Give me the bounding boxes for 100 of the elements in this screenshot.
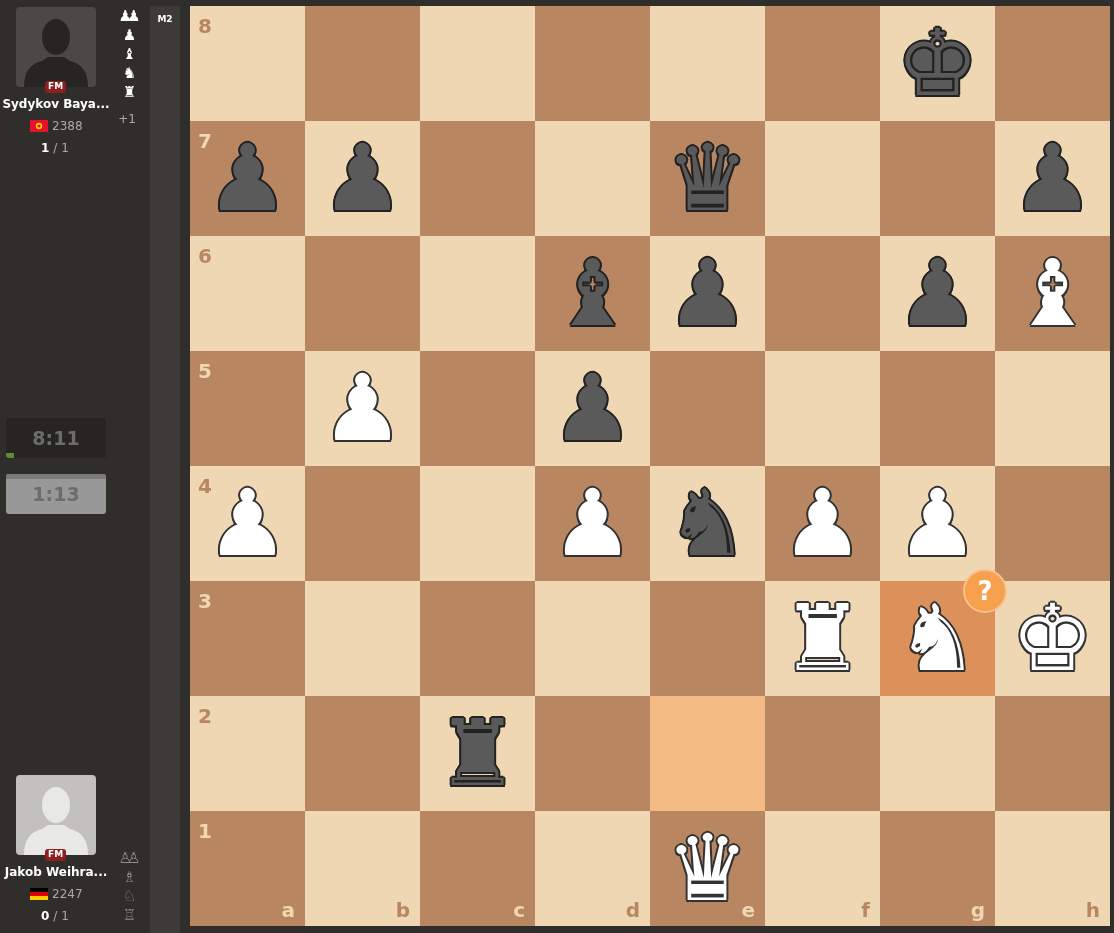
chess-piece[interactable]: ♟ — [666, 247, 749, 340]
person-silhouette-icon — [24, 19, 88, 87]
chess-piece[interactable]: ♝ — [551, 247, 634, 340]
board-square[interactable] — [650, 351, 765, 466]
captured-piece: ♘ — [122, 887, 132, 906]
board-square[interactable]: ♞ — [650, 466, 765, 581]
board-square[interactable]: g — [880, 811, 995, 926]
board-square[interactable]: ♚ — [880, 6, 995, 121]
player-name[interactable]: Sydykov Baya... — [0, 95, 112, 113]
board-square[interactable]: c — [420, 811, 535, 926]
chess-piece[interactable]: ♟ — [781, 477, 864, 570]
player-rating: 2388 — [52, 118, 83, 135]
board-square[interactable]: 1 a — [190, 811, 305, 926]
chess-piece[interactable]: ♚ — [896, 17, 979, 110]
board-square[interactable] — [995, 351, 1110, 466]
board-square[interactable]: ♛ — [650, 121, 765, 236]
highlighted-square[interactable] — [650, 696, 765, 811]
board-square[interactable]: ♟ — [535, 351, 650, 466]
board-square[interactable] — [765, 6, 880, 121]
board-square[interactable] — [535, 6, 650, 121]
material-advantage: +1 — [118, 111, 136, 128]
board-square[interactable] — [995, 466, 1110, 581]
captured-piece: ♙♙ — [118, 849, 136, 868]
person-silhouette-icon — [24, 787, 88, 855]
captured-piece: ♝ — [122, 45, 132, 64]
chess-piece[interactable]: ♜ — [781, 592, 864, 685]
board-square[interactable]: ♟ — [880, 236, 995, 351]
captured-piece: ♞ — [122, 64, 132, 83]
board-square[interactable] — [880, 696, 995, 811]
rank-label: 4 — [198, 476, 212, 496]
board-square[interactable] — [765, 351, 880, 466]
chess-piece[interactable]: ♜ — [436, 707, 519, 800]
board-square[interactable] — [420, 6, 535, 121]
board-square[interactable] — [995, 696, 1110, 811]
chess-piece[interactable]: ♟ — [1011, 132, 1094, 225]
chess-piece[interactable]: ♝ — [1011, 247, 1094, 340]
board-square[interactable] — [650, 6, 765, 121]
board-square[interactable]: ♜ — [765, 581, 880, 696]
board-square[interactable] — [535, 696, 650, 811]
board-square[interactable] — [765, 121, 880, 236]
chess-piece[interactable]: ♟ — [321, 132, 404, 225]
board-square[interactable]: ♟ — [305, 121, 420, 236]
board-square[interactable] — [305, 236, 420, 351]
captured-piece: ♜ — [122, 83, 132, 102]
board-square[interactable] — [765, 236, 880, 351]
board-square[interactable] — [305, 466, 420, 581]
board-square[interactable] — [420, 581, 535, 696]
board-square[interactable]: 3 — [190, 581, 305, 696]
rank-label: 6 — [198, 246, 212, 266]
board-square[interactable] — [305, 6, 420, 121]
board-square[interactable] — [535, 581, 650, 696]
board-square[interactable]: b — [305, 811, 420, 926]
player-name[interactable]: Jakob Weihra... — [0, 863, 112, 881]
board-square[interactable] — [995, 6, 1110, 121]
title-badge: FM — [45, 81, 67, 93]
board-square[interactable]: ♟ — [535, 466, 650, 581]
board-square[interactable] — [880, 351, 995, 466]
board-square[interactable]: h — [995, 811, 1110, 926]
board-square[interactable]: ♟ — [765, 466, 880, 581]
board-square[interactable]: ♟ — [995, 121, 1110, 236]
board-square[interactable]: ♚ — [995, 581, 1110, 696]
board-square[interactable] — [880, 121, 995, 236]
board-square[interactable]: ♟ — [880, 466, 995, 581]
board-square[interactable] — [420, 121, 535, 236]
board-square[interactable]: ♟ — [650, 236, 765, 351]
chess-piece[interactable]: ♟ — [896, 477, 979, 570]
match-score: 0 — [41, 908, 50, 925]
rank-label: 1 — [198, 821, 212, 841]
board-square[interactable]: ♝ — [535, 236, 650, 351]
player-rating: 2247 — [52, 886, 83, 903]
board-square[interactable]: 6 — [190, 236, 305, 351]
board-square[interactable]: 5 — [190, 351, 305, 466]
games-total: / 1 — [53, 908, 69, 925]
board-square[interactable]: d — [535, 811, 650, 926]
file-label: f — [861, 900, 870, 920]
chess-piece[interactable]: ♟ — [896, 247, 979, 340]
rank-label: 7 — [198, 131, 212, 151]
board-square[interactable] — [420, 466, 535, 581]
board-square[interactable] — [305, 696, 420, 811]
board-square[interactable]: f — [765, 811, 880, 926]
board-square[interactable] — [650, 581, 765, 696]
board-square[interactable]: 8 — [190, 6, 305, 121]
chess-piece[interactable]: ♟ — [551, 362, 634, 455]
chess-piece[interactable]: ♟ — [551, 477, 634, 570]
board-square[interactable]: ♜ — [420, 696, 535, 811]
board-square[interactable]: ♝ — [995, 236, 1110, 351]
match-score: 1 — [41, 140, 50, 157]
chess-piece[interactable]: ♚ — [1011, 592, 1094, 685]
board-square[interactable] — [535, 121, 650, 236]
board-square[interactable] — [765, 696, 880, 811]
board-square[interactable]: 2 — [190, 696, 305, 811]
file-label: h — [1085, 900, 1100, 920]
captured-piece: ♖ — [122, 906, 132, 925]
chess-piece[interactable]: ♛ — [666, 132, 749, 225]
chess-piece[interactable]: ♞ — [666, 477, 749, 570]
board-square[interactable] — [420, 351, 535, 466]
board-square[interactable] — [420, 236, 535, 351]
board-square[interactable] — [305, 581, 420, 696]
board-square[interactable]: ♟ — [305, 351, 420, 466]
chess-piece[interactable]: ♟ — [321, 362, 404, 455]
